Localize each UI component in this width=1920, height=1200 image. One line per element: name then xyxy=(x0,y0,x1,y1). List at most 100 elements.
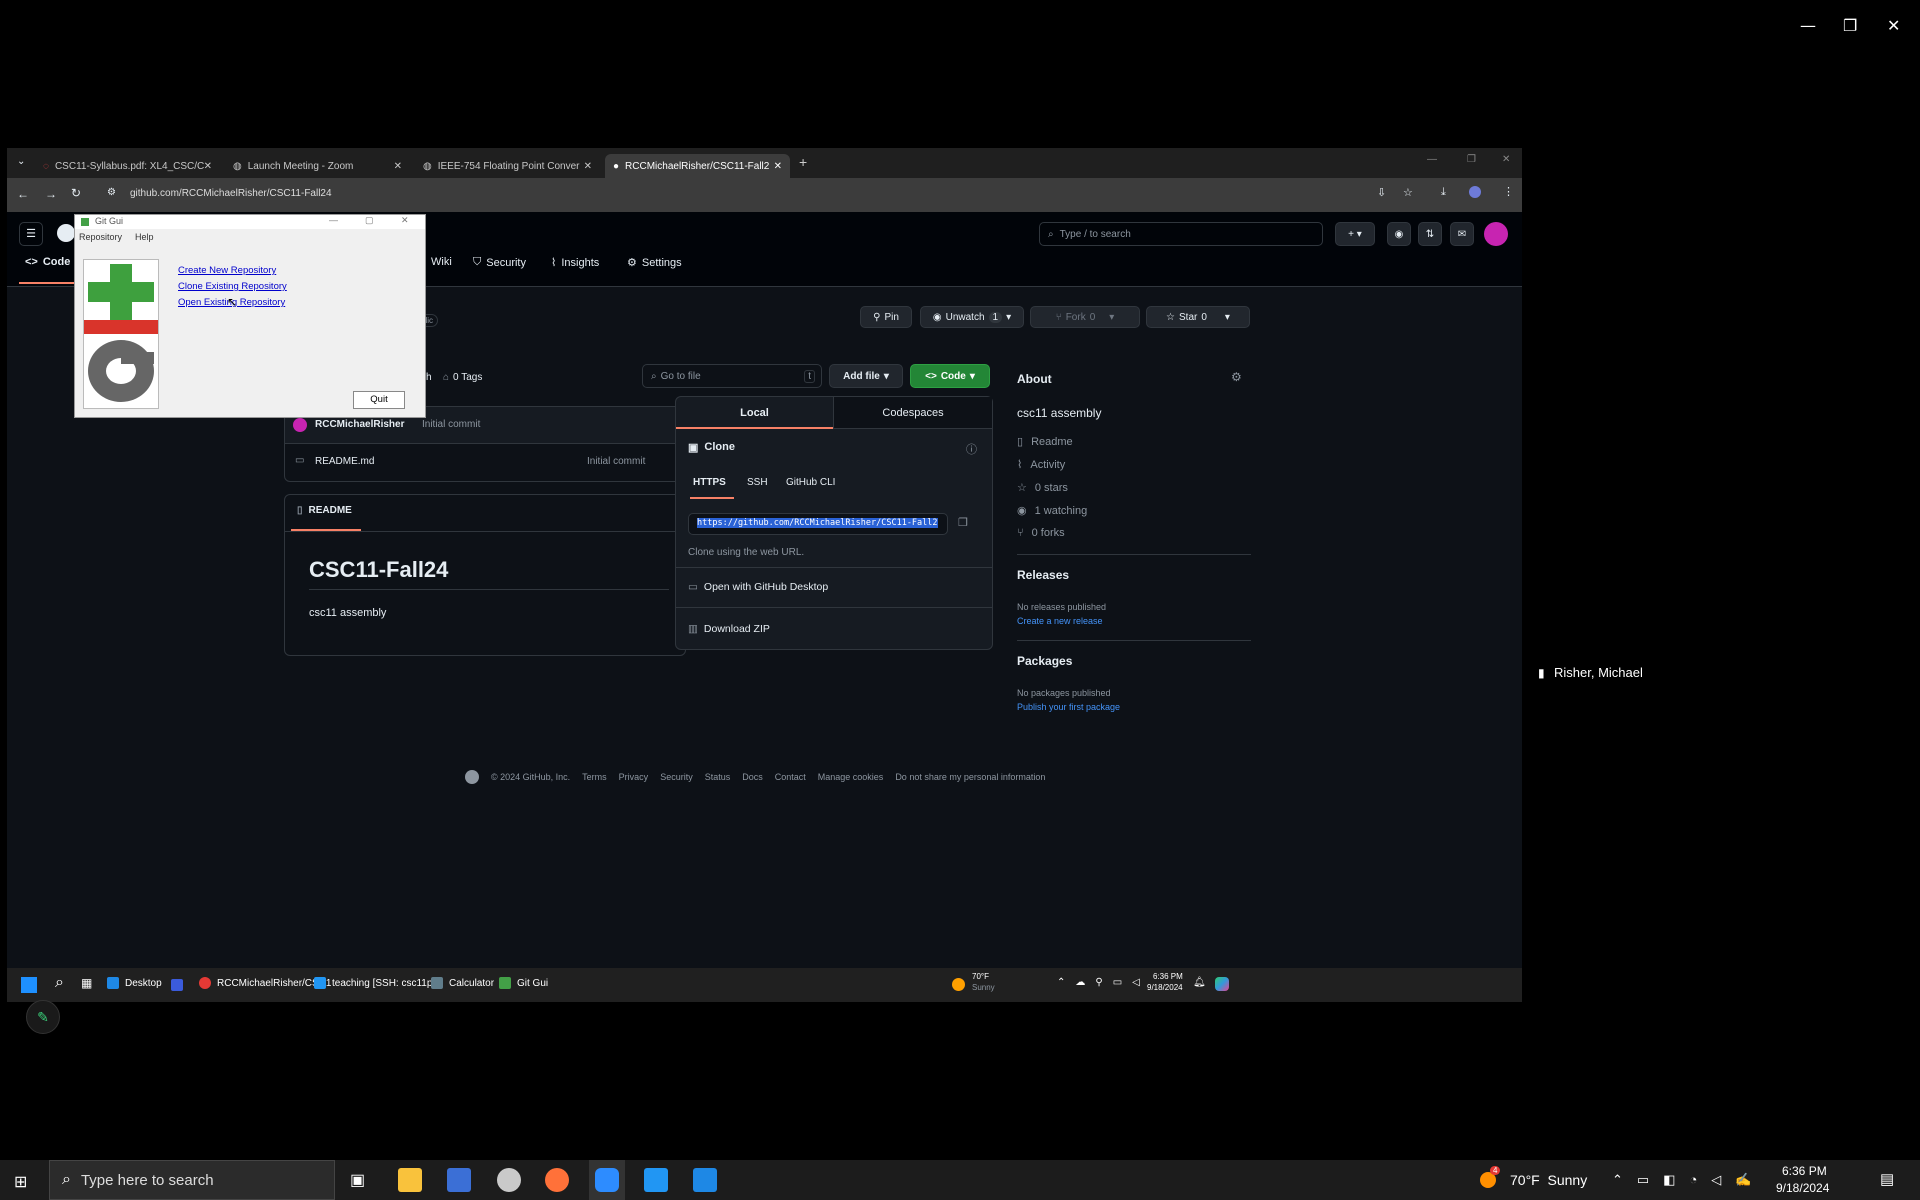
tab-list-chevron-icon[interactable]: ⌄ xyxy=(17,156,25,167)
issues-icon[interactable]: ◉ xyxy=(1387,222,1411,246)
annotate-pen-button[interactable]: ✎ xyxy=(26,1000,60,1034)
download-zip-button[interactable]: ▥ Download ZIP xyxy=(688,623,770,635)
github-search-input[interactable]: ⌕ Type / to search xyxy=(1039,222,1323,246)
file-commit[interactable]: Initial commit xyxy=(587,456,645,467)
close-icon[interactable]: ✕ xyxy=(584,161,592,172)
footer-link[interactable]: Status xyxy=(705,772,731,782)
about-activity[interactable]: ⌇ Activity xyxy=(1017,458,1065,472)
weather-desc[interactable]: Sunny xyxy=(972,983,995,992)
install-icon[interactable]: ⇩ xyxy=(1377,186,1386,199)
store-icon[interactable] xyxy=(171,979,183,991)
about-stars[interactable]: ☆ 0 stars xyxy=(1017,481,1068,495)
table-row[interactable]: ▭ README.md Initial commit xyxy=(285,444,685,480)
minimize-button[interactable]: — xyxy=(1800,16,1816,35)
open-desktop-button[interactable]: ▭ Open with GitHub Desktop xyxy=(688,581,828,593)
menu-repository[interactable]: Repository xyxy=(79,232,122,242)
copy-icon[interactable]: ❐ xyxy=(958,516,968,529)
tags-link[interactable]: ⌂ 0 Tags xyxy=(443,372,482,383)
restore-button[interactable]: ❐ xyxy=(1843,16,1857,35)
tab-https[interactable]: HTTPS xyxy=(693,477,726,488)
chrome-menu-icon[interactable]: ⋮ xyxy=(1503,185,1514,198)
forward-icon[interactable]: → xyxy=(45,187,57,201)
paint-icon[interactable] xyxy=(693,1168,717,1192)
footer-link[interactable]: Do not share my personal information xyxy=(895,772,1045,782)
taskbar-search-box[interactable]: ⌕ Type here to search xyxy=(49,1160,335,1200)
notification-icon[interactable]: 🔔︎ xyxy=(1193,977,1206,988)
tab-ssh[interactable]: SSH xyxy=(747,477,768,488)
tray-icons[interactable]: ⌃▭◧◔◁✍ xyxy=(1612,1172,1766,1188)
weather-temp[interactable]: 70°F xyxy=(972,972,989,981)
task-view-icon[interactable]: ▣ xyxy=(350,1170,365,1190)
footer-link[interactable]: Terms xyxy=(582,772,607,782)
reload-icon[interactable]: ↻ xyxy=(71,186,81,200)
vscode-icon[interactable] xyxy=(644,1168,668,1192)
tab-github-cli[interactable]: GitHub CLI xyxy=(786,477,835,488)
tab-ieee[interactable]: ◍ IEEE-754 Floating Point Conver ✕ xyxy=(415,154,600,178)
github-logo-icon[interactable] xyxy=(57,224,75,242)
taskbar-desktop[interactable]: Desktop xyxy=(107,977,162,989)
window-restore-icon[interactable]: ❐ xyxy=(1467,154,1476,165)
back-icon[interactable]: ← xyxy=(17,187,29,201)
tab-github[interactable]: ● RCCMichaelRisher/CSC11-Fall2 ✕ xyxy=(605,154,790,178)
fork-button[interactable]: ⑂ Fork 0 ▾ xyxy=(1030,306,1140,328)
clone-existing-repository-link[interactable]: Clone Existing Repository xyxy=(178,281,287,292)
tab-code[interactable]: <> Code xyxy=(25,256,70,268)
footer-link[interactable]: Privacy xyxy=(619,772,649,782)
packages-title[interactable]: Packages xyxy=(1017,654,1072,668)
windows-start-icon[interactable]: ⊞ xyxy=(14,1172,27,1192)
add-file-button[interactable]: Add file ▾ xyxy=(829,364,903,388)
create-release-link[interactable]: Create a new release xyxy=(1017,616,1103,626)
search-icon[interactable]: ⌕ xyxy=(55,974,64,992)
taskbar-vscode[interactable]: teaching [SSH: csc11pi.d xyxy=(314,977,443,989)
taskbar-chrome[interactable]: RCCMichaelRisher/CSC1 xyxy=(199,977,331,989)
taskbar-gitgui[interactable]: Git Gui xyxy=(499,977,548,989)
unwatch-button[interactable]: ◉ Unwatch 1 ▾ xyxy=(920,306,1024,328)
clock-time[interactable]: 6:36 PM xyxy=(1153,972,1183,981)
profile-icon[interactable] xyxy=(1469,186,1481,198)
file-explorer-icon[interactable] xyxy=(398,1168,422,1192)
window-close-icon[interactable]: ✕ xyxy=(401,215,409,226)
clone-url-input[interactable]: https://github.com/RCCMichaelRisher/CSC1… xyxy=(688,513,948,535)
help-icon[interactable]: ⓘ xyxy=(966,441,977,457)
footer-link[interactable]: Docs xyxy=(742,772,763,782)
hamburger-menu-icon[interactable]: ☰ xyxy=(19,222,43,246)
inbox-icon[interactable]: ✉ xyxy=(1450,222,1474,246)
calculator-icon[interactable] xyxy=(447,1168,471,1192)
gear-icon[interactable]: ⚙ xyxy=(1231,370,1242,384)
site-info-icon[interactable]: ⚙ xyxy=(107,187,116,198)
pin-button[interactable]: ⚲ Pin xyxy=(860,306,912,328)
create-new-button[interactable]: + ▾ xyxy=(1335,222,1375,246)
clock-date[interactable]: 9/18/2024 xyxy=(1147,983,1183,992)
tab-zoom[interactable]: ◍ Launch Meeting - Zoom ✕ xyxy=(225,154,410,178)
close-icon[interactable]: ✕ xyxy=(204,161,212,172)
menu-help[interactable]: Help xyxy=(135,232,154,242)
go-to-file-input[interactable]: ⌕ Go to file t xyxy=(642,364,822,388)
code-button[interactable]: <> Code ▾ xyxy=(910,364,990,388)
copilot-icon[interactable] xyxy=(1215,977,1229,991)
bookmark-star-icon[interactable]: ☆ xyxy=(1403,186,1413,199)
firefox-icon[interactable] xyxy=(545,1168,569,1192)
taskbar-date[interactable]: 9/18/2024 xyxy=(1776,1181,1829,1195)
taskbar-weather[interactable]: 70°F Sunny xyxy=(1510,1172,1587,1188)
close-icon[interactable]: ✕ xyxy=(774,161,782,172)
about-forks[interactable]: ⑂ 0 forks xyxy=(1017,527,1065,539)
tab-security[interactable]: ⛉ Security xyxy=(473,256,526,269)
app-icon[interactable] xyxy=(497,1168,521,1192)
task-view-icon[interactable]: ▦ xyxy=(81,976,92,990)
tab-syllabus[interactable]: ◌ CSC11-Syllabus.pdf: XL4_CSC/C ✕ xyxy=(35,154,220,178)
footer-link[interactable]: Manage cookies xyxy=(818,772,884,782)
publish-package-link[interactable]: Publish your first package xyxy=(1017,702,1120,712)
tab-codespaces[interactable]: Codespaces xyxy=(833,397,992,429)
zoom-app-icon[interactable] xyxy=(589,1160,625,1200)
star-button[interactable]: ☆ Star 0 ▾ xyxy=(1146,306,1250,328)
window-minimize-icon[interactable]: — xyxy=(1427,154,1437,165)
participant-video-tile[interactable]: ▮ Risher, Michael xyxy=(1534,466,1914,684)
close-icon[interactable]: ✕ xyxy=(394,161,402,172)
tab-settings[interactable]: ⚙ Settings xyxy=(627,256,682,270)
create-new-repository-link[interactable]: Create New Repository xyxy=(178,265,276,276)
downloads-icon[interactable]: ⤓ xyxy=(1441,186,1446,199)
taskbar-calculator[interactable]: Calculator xyxy=(431,977,494,989)
window-minimize-icon[interactable]: — xyxy=(329,215,338,225)
about-watching[interactable]: ◉ 1 watching xyxy=(1017,504,1087,518)
file-name[interactable]: README.md xyxy=(315,456,374,467)
